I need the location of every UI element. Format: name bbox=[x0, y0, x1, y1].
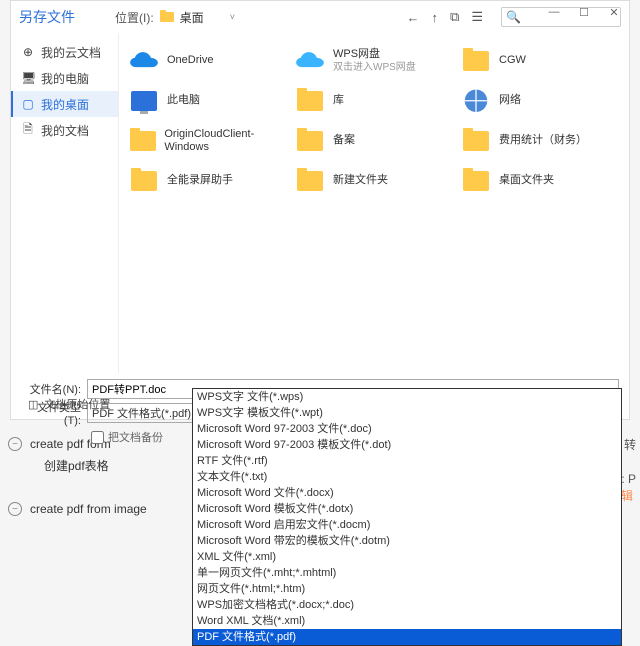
minimize-button[interactable]: — bbox=[539, 1, 569, 23]
bg-item-2[interactable]: create pdf from image bbox=[30, 502, 147, 516]
folder-icon bbox=[160, 10, 174, 25]
grid-item-label: 桌面文件夹 bbox=[499, 174, 554, 187]
network-icon bbox=[461, 88, 491, 114]
onedrive-icon bbox=[129, 48, 159, 74]
doc-icon: 🗎 bbox=[21, 120, 35, 141]
grid-item-label: OneDrive bbox=[167, 54, 213, 67]
sidebar: ⊕我的云文档 🖥我的电脑 ▢我的桌面 🗎我的文档 bbox=[11, 33, 119, 373]
grid-item[interactable]: 新建文件夹 bbox=[291, 161, 457, 201]
grid-item-label: 全能录屏助手 bbox=[167, 174, 233, 187]
dropdown-option[interactable]: Microsoft Word 文件(*.docx) bbox=[193, 485, 621, 501]
cloud-icon: ⊕ bbox=[21, 45, 35, 59]
grid-item[interactable]: 备案 bbox=[291, 121, 457, 161]
dropdown-option[interactable]: Microsoft Word 带宏的模板文件(*.dotm) bbox=[193, 533, 621, 549]
pc-icon bbox=[129, 88, 159, 114]
grid-item[interactable]: 库 bbox=[291, 81, 457, 121]
dropdown-option[interactable]: WPS文字 文件(*.wps) bbox=[193, 389, 621, 405]
bg-item-1-sub: 创建pdf表格 bbox=[44, 457, 147, 474]
save-as-dialog: — ☐ ✕ 另存文件 位置(I): 桌面 ˅ ← ↑ ⧉ ☰ 🔍 ⊕我的云文档 … bbox=[10, 0, 630, 420]
backup-label: 把文档备份 bbox=[108, 429, 163, 445]
dropdown-option[interactable]: Word XML 文档(*.xml) bbox=[193, 613, 621, 629]
grid-item[interactable]: OriginCloudClient-Windows bbox=[125, 121, 291, 161]
folder-icon bbox=[295, 168, 325, 194]
dropdown-option[interactable]: XML 文件(*.xml) bbox=[193, 549, 621, 565]
original-location-icon: ◫ bbox=[28, 398, 38, 411]
grid-item[interactable]: 此电脑 bbox=[125, 81, 291, 121]
grid-item-label: WPS网盘双击进入WPS网盘 bbox=[333, 48, 416, 73]
desktop-icon: ▢ bbox=[21, 97, 35, 111]
grid-item-label: 网络 bbox=[499, 94, 521, 107]
grid-item[interactable]: 全能录屏助手 bbox=[125, 161, 291, 201]
sidebar-item-desktop[interactable]: ▢我的桌面 bbox=[11, 91, 118, 117]
location-label: 位置(I): bbox=[115, 9, 154, 26]
grid-item-label: OriginCloudClient-Windows bbox=[164, 128, 287, 154]
grid-item[interactable]: 网络 bbox=[457, 81, 623, 121]
folder-icon bbox=[461, 168, 491, 194]
folder-icon bbox=[295, 128, 325, 154]
grid-item-label: 费用统计（财务） bbox=[499, 134, 587, 147]
grid-item[interactable]: WPS网盘双击进入WPS网盘 bbox=[291, 41, 457, 81]
sidebar-item-cloud[interactable]: ⊕我的云文档 bbox=[11, 39, 118, 65]
grid-item-label: 备案 bbox=[333, 134, 355, 147]
wps-cloud-icon bbox=[295, 48, 325, 74]
dropdown-option[interactable]: Microsoft Word 模板文件(*.dotx) bbox=[193, 501, 621, 517]
folder-icon bbox=[129, 128, 156, 154]
grid-item[interactable]: 桌面文件夹 bbox=[457, 161, 623, 201]
folder-icon bbox=[295, 88, 325, 114]
location-value: 桌面 bbox=[180, 9, 204, 26]
dropdown-option[interactable]: WPS文字 模板文件(*.wpt) bbox=[193, 405, 621, 421]
folder-icon bbox=[461, 128, 491, 154]
dropdown-option[interactable]: RTF 文件(*.rtf) bbox=[193, 453, 621, 469]
nav-back-button[interactable]: ← bbox=[407, 10, 420, 25]
dropdown-option[interactable]: 单一网页文件(*.mht;*.mhtml) bbox=[193, 565, 621, 581]
maximize-button[interactable]: ☐ bbox=[569, 1, 599, 23]
backup-checkbox[interactable]: 把文档备份 bbox=[91, 429, 163, 445]
grid-item-label: 新建文件夹 bbox=[333, 174, 388, 187]
dropdown-option[interactable]: Microsoft Word 97-2003 模板文件(*.dot) bbox=[193, 437, 621, 453]
close-button[interactable]: ✕ bbox=[599, 1, 629, 23]
grid-item[interactable]: 费用统计（财务） bbox=[457, 121, 623, 161]
search-icon: 🔍 bbox=[506, 10, 521, 24]
minus-icon: − bbox=[8, 502, 22, 516]
original-location-label[interactable]: 文档原始位置 bbox=[44, 396, 110, 412]
pc-icon: 🖥 bbox=[21, 71, 35, 85]
backup-check-input[interactable] bbox=[91, 431, 104, 444]
chevron-down-icon: ˅ bbox=[230, 12, 235, 22]
dropdown-option[interactable]: WPS加密文档格式(*.docx;*.doc) bbox=[193, 597, 621, 613]
dropdown-option[interactable]: Microsoft Word 97-2003 文件(*.doc) bbox=[193, 421, 621, 437]
grid-item[interactable]: OneDrive bbox=[125, 41, 291, 81]
file-grid: OneDrive WPS网盘双击进入WPS网盘 CGW 此电脑 库 网络 OriginClo… bbox=[119, 33, 629, 373]
filetype-dropdown[interactable]: WPS文字 文件(*.wps)WPS文字 模板文件(*.wpt)Microsof… bbox=[192, 388, 622, 646]
dropdown-option[interactable]: 网页文件(*.html;*.htm) bbox=[193, 581, 621, 597]
dropdown-option[interactable]: Microsoft Word 启用宏文件(*.docm) bbox=[193, 517, 621, 533]
grid-item[interactable]: CGW bbox=[457, 41, 623, 81]
sidebar-item-pc[interactable]: 🖥我的电脑 bbox=[11, 65, 118, 91]
dialog-title: 另存文件 bbox=[19, 7, 75, 27]
filename-label: 文件名(N): bbox=[21, 381, 81, 397]
location-combo[interactable]: 桌面 ˅ bbox=[160, 9, 235, 26]
grid-item-label: 此电脑 bbox=[167, 94, 200, 107]
dropdown-option[interactable]: 文本文件(*.txt) bbox=[193, 469, 621, 485]
folder-icon bbox=[461, 48, 491, 74]
sidebar-item-docs[interactable]: 🗎我的文档 bbox=[11, 117, 118, 143]
grid-item-label: 库 bbox=[333, 94, 344, 107]
folder-icon bbox=[129, 168, 159, 194]
grid-item-label: CGW bbox=[499, 54, 526, 67]
view-button[interactable]: ☰ bbox=[471, 9, 483, 25]
nav-up-button[interactable]: ↑ bbox=[432, 10, 439, 25]
new-folder-button[interactable]: ⧉ bbox=[450, 9, 459, 25]
grid-item-sublabel: 双击进入WPS网盘 bbox=[333, 62, 416, 74]
dropdown-option[interactable]: PDF 文件格式(*.pdf) bbox=[193, 629, 621, 645]
